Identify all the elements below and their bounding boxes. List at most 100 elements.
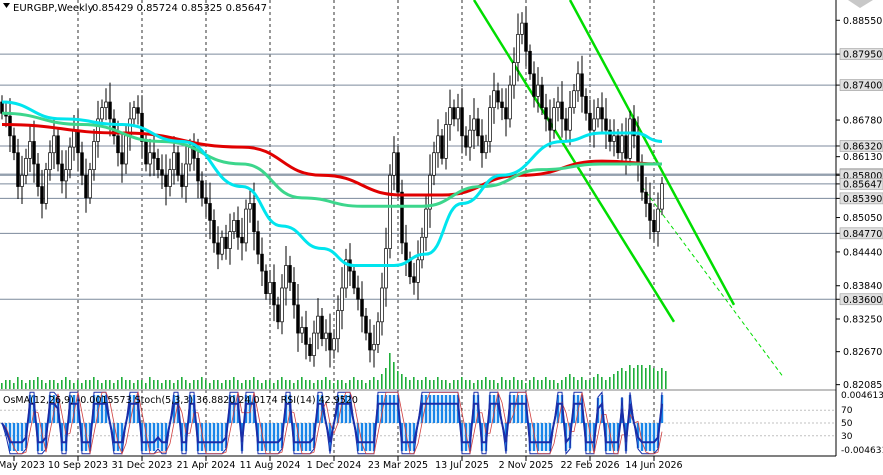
volume-bar [549, 380, 551, 389]
candle-body [492, 90, 496, 108]
volume-bar [477, 380, 479, 389]
volume-bar [73, 383, 75, 389]
volume-bar [225, 380, 227, 389]
volume-bar [325, 377, 327, 389]
candle-body [372, 343, 376, 351]
osma-bar [156, 423, 160, 449]
dropdown-triangle-icon[interactable] [3, 3, 10, 8]
candle-body [596, 107, 600, 120]
candle-body [396, 152, 400, 193]
volume-bar [173, 383, 175, 389]
time-tick-label: 21 Apr 2024 [177, 460, 236, 471]
volume-bar [257, 380, 259, 389]
osma-bar [216, 423, 220, 451]
candle-body [612, 135, 616, 142]
candle-body [16, 152, 20, 187]
candle-body [548, 118, 552, 131]
volume-bar [577, 380, 579, 389]
volume-bar [185, 380, 187, 389]
candle-body [264, 270, 268, 294]
candle-body [416, 259, 420, 283]
candle-body [340, 287, 344, 311]
volume-bar [337, 380, 339, 389]
time-tick-label: 21 May 2023 [0, 460, 45, 471]
candle-body [136, 107, 140, 114]
osma-bar [428, 395, 432, 423]
moving-average-green [1, 111, 662, 208]
indicator-label: OsMA(12,26,9) -0.0015573 Stoch(5,3,3) 36… [3, 395, 358, 406]
osma-bar [652, 423, 656, 451]
osma-bar [16, 423, 20, 451]
osma-bar [612, 423, 616, 451]
volume-bar [149, 377, 151, 389]
candle-body [364, 315, 368, 334]
candle-body [656, 208, 660, 232]
volume-bar [437, 377, 439, 389]
candle-body [360, 298, 364, 317]
volume-bar [25, 383, 27, 389]
osma-bar [452, 395, 456, 423]
eurgbp-weekly-chart[interactable]: 0.88550 0.87950 0.87400 0.86780 0.863200.861… [0, 0, 883, 475]
volume-bar [505, 380, 507, 389]
candle-body [532, 73, 536, 97]
indicator-axis-label: -0.004631 [841, 446, 883, 456]
symbol-label: EURGBP,Weekly [13, 3, 94, 14]
indicator-axis: 0.004613 70 50 30 -0.004631 [841, 391, 883, 456]
volume-bar [485, 377, 487, 389]
time-tick-label: 14 Jun 2026 [625, 460, 682, 471]
volume-bar [457, 380, 459, 389]
candle-body [180, 174, 184, 187]
time-tick-label: 22 Feb 2026 [560, 460, 619, 471]
volume-bar [377, 380, 379, 389]
volume-bar [313, 383, 315, 389]
osma-bar [440, 395, 444, 423]
candle-body [456, 107, 460, 120]
candle-body [424, 208, 428, 238]
volume-bar [329, 380, 331, 389]
scroll-marker-icon[interactable] [848, 0, 873, 8]
volume-bar [481, 380, 483, 389]
volume-bar [309, 380, 311, 389]
volume-bar [61, 380, 63, 389]
volume-bar [125, 380, 127, 389]
osma-bar [644, 423, 648, 451]
volume-bar [645, 368, 647, 389]
osma-bar [208, 423, 212, 451]
candle-body [464, 135, 468, 148]
volume-bar [453, 380, 455, 389]
volume-bar [585, 380, 587, 389]
candle-body [252, 203, 256, 232]
candle-body [452, 107, 456, 120]
volume-bar [593, 377, 595, 389]
candle-body [576, 73, 580, 92]
osma-bar [116, 423, 120, 451]
candle-body [568, 107, 572, 131]
candle-body [432, 152, 436, 176]
price-label: 0.85050 [843, 213, 882, 224]
channel-line [641, 186, 783, 376]
osma-bar [220, 423, 224, 451]
candle-body [356, 287, 360, 300]
candle-body [376, 321, 380, 345]
candle-body [564, 118, 568, 131]
candle-body [336, 310, 340, 340]
volume-bar [145, 383, 147, 389]
volume-bar [189, 383, 191, 389]
volume-bar [425, 377, 427, 389]
candle-body [332, 338, 336, 351]
candle-body [280, 287, 284, 323]
volume-bar [5, 380, 7, 389]
volume-bar [493, 380, 495, 389]
volume-bar [601, 377, 603, 389]
candle-body [268, 282, 272, 294]
osma-bar [424, 395, 428, 423]
osma-bar [264, 423, 268, 451]
candle-body [560, 101, 564, 120]
volume-bar [193, 380, 195, 389]
volume-bar [233, 377, 235, 389]
volume-bar [317, 380, 319, 389]
candle-body [168, 169, 172, 187]
volume-bar [509, 380, 511, 389]
osma-bar [648, 423, 652, 451]
volume-bar [109, 380, 111, 389]
